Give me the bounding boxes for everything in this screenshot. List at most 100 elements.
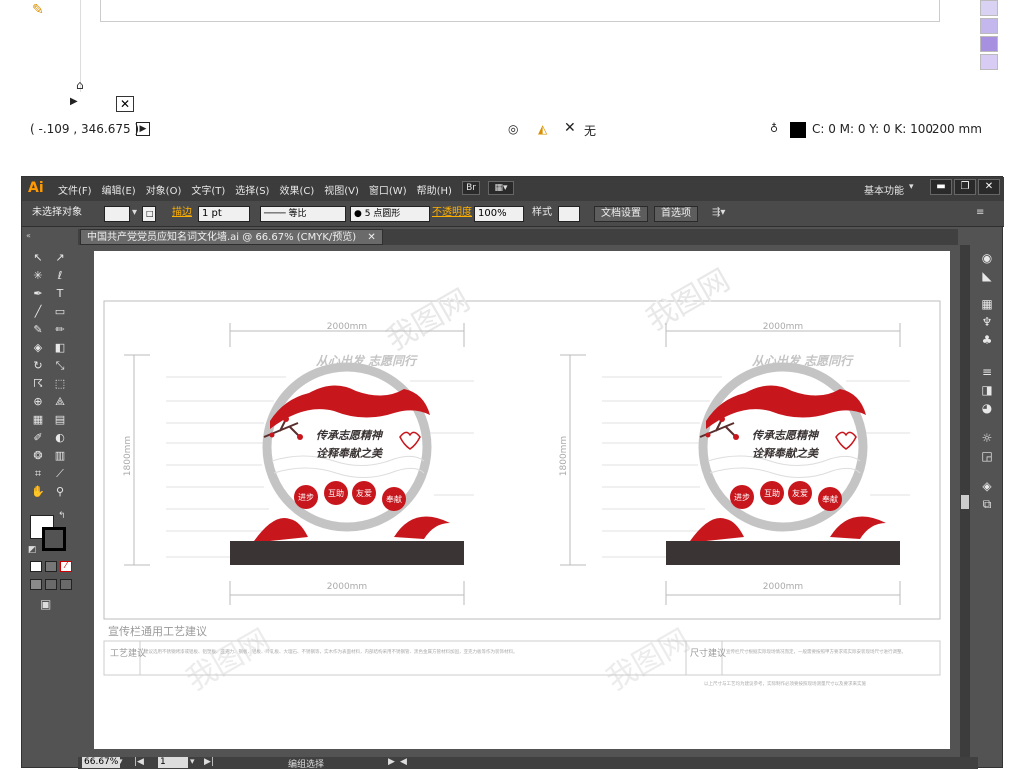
screen-mode-icon[interactable]: ▣ bbox=[40, 597, 51, 611]
first-page-icon[interactable]: |◀ bbox=[134, 757, 144, 767]
symbol-sprayer-icon[interactable]: ❂ bbox=[30, 449, 46, 463]
swatch[interactable] bbox=[980, 0, 998, 16]
transparency-icon[interactable]: ◕ bbox=[979, 401, 995, 415]
close-tab-icon[interactable]: ✕ bbox=[367, 232, 375, 243]
swap-colors-icon[interactable]: ↰ bbox=[58, 511, 66, 521]
none-mode-button[interactable]: ⁄ bbox=[60, 561, 72, 572]
draw-behind-icon[interactable] bbox=[45, 579, 57, 590]
menu-item[interactable]: 帮助(H) bbox=[417, 182, 452, 197]
swatches-icon[interactable]: ▦ bbox=[979, 297, 995, 311]
scrollbar-thumb[interactable] bbox=[961, 495, 969, 509]
close-button[interactable]: ✕ bbox=[978, 179, 1000, 195]
menu-item[interactable]: 对象(O) bbox=[146, 182, 182, 197]
eyedropper-icon[interactable]: ✎ bbox=[32, 2, 52, 20]
preferences-button[interactable]: 首选项 bbox=[654, 206, 698, 222]
opacity-label[interactable]: 不透明度 bbox=[432, 206, 472, 222]
artboard-tool-icon[interactable]: ⌗ bbox=[30, 467, 46, 481]
bridge-button[interactable]: Br bbox=[462, 181, 480, 195]
stroke-icon[interactable]: ≡ bbox=[979, 365, 995, 379]
scale-tool-icon[interactable]: ⤡ bbox=[52, 359, 68, 373]
blob-brush-icon[interactable]: ◈ bbox=[30, 341, 46, 355]
style-swatch[interactable] bbox=[558, 206, 580, 222]
pencil-icon[interactable]: ✏ bbox=[52, 323, 68, 337]
graph-tool-icon[interactable]: ▥ bbox=[52, 449, 68, 463]
arrange-documents-icon[interactable]: ▦▾ bbox=[488, 181, 514, 195]
appearance-icon[interactable]: ☼ bbox=[979, 431, 995, 445]
draw-inside-icon[interactable] bbox=[60, 579, 72, 590]
layers-icon[interactable]: ◈ bbox=[979, 479, 995, 493]
color-mode-button[interactable] bbox=[30, 561, 42, 572]
page-field[interactable]: 1 bbox=[158, 757, 188, 768]
menu-item[interactable]: 选择(S) bbox=[235, 182, 269, 197]
rectangle-tool-icon[interactable]: ▭ bbox=[52, 305, 68, 319]
hand-tool-icon[interactable]: ✋ bbox=[30, 485, 46, 499]
mesh-tool-icon[interactable]: ▦ bbox=[30, 413, 46, 427]
eyedropper-tool-icon[interactable]: ✐ bbox=[30, 431, 46, 445]
arrange-icon[interactable]: ⇶▾ bbox=[712, 206, 725, 222]
warp-tool-icon[interactable]: ☈ bbox=[30, 377, 46, 391]
minimize-button[interactable]: ▬ bbox=[930, 179, 952, 195]
slice-tool-icon[interactable]: ⟋ bbox=[52, 467, 68, 481]
menu-item[interactable]: 文件(F) bbox=[58, 182, 92, 197]
eraser-icon[interactable]: ◧ bbox=[52, 341, 68, 355]
gradient-icon[interactable]: ◨ bbox=[979, 383, 995, 397]
scroll-left-icon[interactable]: ◀ bbox=[400, 757, 407, 767]
document-tab[interactable]: 中国共产党党员应知名词文化墙.ai @ 66.67% (CMYK/预览) ✕ bbox=[80, 229, 383, 245]
target-icon[interactable]: ◎ bbox=[508, 122, 518, 136]
swatch[interactable] bbox=[980, 18, 998, 34]
maximize-button[interactable]: ❐ bbox=[954, 179, 976, 195]
color-swatch[interactable] bbox=[790, 122, 806, 138]
menu-item[interactable]: 窗口(W) bbox=[369, 182, 407, 197]
play-icon[interactable]: ▶ bbox=[136, 122, 150, 136]
canvas-area[interactable]: 我图网 我图网 我图网 我图网 2000mm 2000mm 1800mm 传承志… bbox=[78, 245, 958, 757]
selection-tool-icon[interactable]: ↖ bbox=[30, 251, 46, 265]
chevron-down-icon[interactable]: ▾ bbox=[909, 182, 914, 192]
document-setup-button[interactable]: 文档设置 bbox=[594, 206, 648, 222]
guide-icon[interactable]: ◣ bbox=[979, 269, 995, 283]
menu-item[interactable]: 文字(T) bbox=[191, 182, 225, 197]
rotate-tool-icon[interactable]: ↻ bbox=[30, 359, 46, 373]
chevron-down-icon[interactable]: ▾ bbox=[190, 757, 195, 767]
menu-item[interactable]: 编辑(E) bbox=[102, 182, 136, 197]
artboards-icon[interactable]: ⧉ bbox=[979, 497, 995, 511]
none-icon[interactable]: ✕ bbox=[564, 120, 576, 136]
stroke-label[interactable]: 描边 bbox=[172, 206, 192, 222]
opacity-field[interactable]: 100% bbox=[474, 206, 524, 222]
close-box-icon[interactable]: ✕ bbox=[116, 96, 134, 112]
brush-select[interactable]: ● 5 点圆形 bbox=[350, 206, 430, 222]
menu-item[interactable]: 效果(C) bbox=[279, 182, 314, 197]
swatch[interactable] bbox=[980, 36, 998, 52]
graphic-styles-icon[interactable]: ◲ bbox=[979, 449, 995, 463]
type-tool-icon[interactable]: T bbox=[52, 287, 68, 301]
zoom-field[interactable]: 66.67% bbox=[82, 757, 121, 768]
fill-swatch[interactable] bbox=[104, 206, 130, 222]
paintbrush-icon[interactable]: ✎ bbox=[30, 323, 46, 337]
fill-bucket-icon[interactable]: ◭ bbox=[538, 122, 547, 136]
vertical-scrollbar[interactable] bbox=[960, 245, 970, 757]
draw-normal-icon[interactable] bbox=[30, 579, 42, 590]
direct-selection-tool-icon[interactable]: ↗ bbox=[52, 251, 68, 265]
gradient-tool-icon[interactable]: ▤ bbox=[52, 413, 68, 427]
play-icon[interactable]: ▶ bbox=[70, 96, 78, 107]
panel-menu-icon[interactable]: ≡ bbox=[976, 206, 984, 222]
brushes-icon[interactable]: ♆ bbox=[979, 315, 995, 329]
menu-item[interactable]: 视图(V) bbox=[324, 182, 359, 197]
magic-wand-icon[interactable]: ✳ bbox=[30, 269, 46, 283]
artboard[interactable]: 我图网 我图网 我图网 我图网 2000mm 2000mm 1800mm 传承志… bbox=[94, 251, 950, 749]
workspace-switcher[interactable]: 基本功能 bbox=[864, 182, 904, 197]
chevron-down-icon[interactable]: ▾ bbox=[118, 757, 123, 767]
next-page-icon[interactable]: ▶| bbox=[204, 757, 214, 767]
free-transform-icon[interactable]: ⬚ bbox=[52, 377, 68, 391]
blend-tool-icon[interactable]: ◐ bbox=[52, 431, 68, 445]
pen-tool-icon[interactable]: ✒ bbox=[30, 287, 46, 301]
perspective-grid-icon[interactable]: ⟁ bbox=[52, 395, 68, 409]
stroke-swatch[interactable]: □ bbox=[142, 206, 156, 222]
swatch[interactable] bbox=[980, 54, 998, 70]
artboard-icon[interactable]: ⌂ bbox=[76, 78, 84, 92]
chevron-down-icon[interactable]: ▾ bbox=[132, 206, 137, 222]
stroke-weight-field[interactable]: 1 pt bbox=[198, 206, 250, 222]
lasso-icon[interactable]: ℓ bbox=[52, 269, 68, 283]
pen-icon[interactable]: ♁ bbox=[770, 122, 778, 135]
line-tool-icon[interactable]: ╱ bbox=[30, 305, 46, 319]
shape-builder-icon[interactable]: ⊕ bbox=[30, 395, 46, 409]
